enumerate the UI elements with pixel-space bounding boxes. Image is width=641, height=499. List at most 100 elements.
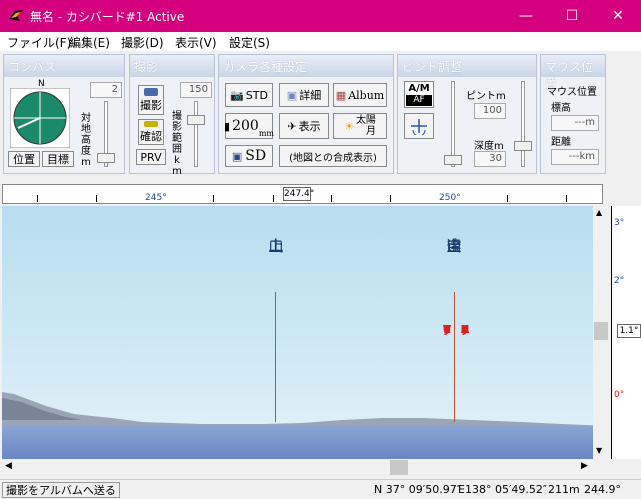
ruler-tick [507, 195, 508, 202]
detail-button[interactable]: ▣ 詳細 [279, 83, 329, 107]
shoot-button[interactable]: 撮影 [138, 85, 164, 115]
maximize-button[interactable]: ☐ [549, 0, 595, 32]
scale-axis [611, 206, 612, 459]
peak-marker-line [454, 292, 455, 422]
std-button[interactable]: 📷 STD [225, 83, 273, 107]
target-button[interactable]: 目標 [42, 151, 74, 167]
ground-height-slider[interactable] [97, 153, 115, 163]
sd-button[interactable]: ▣ SD [225, 145, 273, 167]
ruler-tick [96, 195, 97, 202]
af-label: AF [406, 95, 432, 106]
scale-label-3: 3° [614, 218, 625, 228]
scroll-left-arrow-icon[interactable]: ◀ [5, 461, 12, 471]
ruler-azimuth-readout: 247.4° [283, 187, 315, 201]
kashbird-app-icon [9, 10, 23, 21]
elevation-angle-readout: 1.1° [617, 324, 641, 338]
shoot-button-label: 撮影 [140, 99, 162, 112]
scroll-down-arrow-icon[interactable]: ▼ [596, 446, 602, 455]
ruler-tick [390, 195, 391, 202]
position-button[interactable]: 位置 [8, 151, 40, 167]
scale-label-0: 0° [614, 390, 625, 400]
depth-slider[interactable] [514, 141, 532, 151]
depth-label: 深度m [474, 141, 504, 152]
std-camera-icon: 📷 [230, 88, 244, 102]
shoot-range-slider[interactable] [187, 115, 205, 125]
compass-panel-header: コンパス [4, 55, 124, 77]
sun-moon-button[interactable]: ☀ 太陽 月 [333, 113, 387, 139]
status-bearing: 244.9° [584, 483, 621, 496]
shoot-panel-header: 撮影 [130, 55, 214, 77]
ruler-tick [37, 195, 38, 202]
scroll-up-arrow-icon[interactable]: ▲ [596, 208, 602, 217]
minimize-button[interactable]: — [503, 0, 549, 32]
menu-settings[interactable]: 設定(S) [229, 34, 270, 51]
focus-distance-value: 100 [474, 103, 506, 119]
detail-icon: ▣ [286, 88, 298, 102]
shoot-range-track[interactable] [194, 101, 198, 167]
callsign-char: L [443, 323, 451, 336]
compass-dial[interactable] [10, 88, 70, 148]
menu-shoot[interactable]: 撮影(D) [121, 34, 164, 51]
detail-button-label: 詳細 [299, 89, 322, 102]
map-composite-button[interactable]: (地図との合成表示) [279, 145, 387, 167]
scroll-right-arrow-icon[interactable]: ▶ [581, 461, 588, 471]
camera-settings-header: カメラ各種設定 [219, 55, 393, 77]
album-icon: ▦ [335, 88, 347, 102]
lens-200-unit: mm [258, 129, 274, 138]
ruler-tick [331, 195, 332, 202]
crosshair-icon [411, 119, 427, 135]
menu-bar: ファイル(F) 編集(E) 撮影(D) 表示(V) 設定(S) [0, 32, 641, 51]
mouse-position-panel: マウス位置 マウス位置 標高 ---m 距離 ---km [540, 54, 606, 174]
lens-200-button[interactable]: ▮ 200 mm [224, 113, 274, 139]
am-af-toggle[interactable]: A/M AF [404, 81, 434, 108]
depth-track[interactable] [521, 81, 525, 167]
focus-panel-header: ピント調整 [398, 55, 536, 77]
status-latitude: N 37° 09′50.97″ [374, 483, 461, 496]
elevation-angle-scale: 3° 2° 1.1° 0° [611, 206, 641, 459]
horizontal-scrollbar[interactable]: ◀ ▶ [2, 459, 609, 477]
status-elevation: 211m [548, 483, 580, 496]
display-button-label: 表示 [298, 120, 321, 133]
mouse-title-label: マウス位置 [547, 87, 597, 98]
depth-value: 30 [474, 151, 506, 167]
shoot-panel: 撮影 撮影 確認 PRV 撮影範囲km 150 [129, 54, 215, 177]
elevation-label: 標高 [551, 103, 571, 114]
std-button-label: STD [245, 88, 268, 102]
focus-distance-slider[interactable] [444, 155, 462, 165]
ruler-label-250: 250° [439, 193, 461, 203]
ground-height-label: 対地高度m [81, 113, 91, 168]
confirm-button[interactable]: 確認 [138, 119, 164, 145]
moon-label: 月 [365, 126, 376, 137]
menu-file[interactable]: ファイル(F) [7, 34, 71, 51]
status-hint: 撮影をアルバムへ送る [2, 482, 120, 498]
terrain-silhouette [2, 392, 609, 459]
display-button[interactable]: ✈ 表示 [279, 113, 329, 139]
status-bar: 撮影をアルバムへ送る N 37° 09′50.97″ E138° 05′49.5… [0, 479, 641, 499]
scale-label-2: 2° [614, 276, 625, 286]
sd-button-label: SD [245, 148, 267, 164]
shoot-range-value: 150 [180, 82, 212, 98]
confirm-button-label: 確認 [140, 130, 162, 143]
focus-distance-label: ピントm [466, 91, 506, 102]
album-button-label: Album [348, 88, 385, 102]
window-title: 無名 - カシバード#1 Active [30, 10, 185, 24]
menu-edit[interactable]: 編集(E) [69, 34, 110, 51]
prv-button[interactable]: PRV [136, 149, 166, 165]
vertical-scroll-thumb[interactable] [594, 322, 608, 340]
album-button[interactable]: ▦ Album [333, 83, 387, 107]
mouse-position-header: マウス位置 [541, 55, 605, 91]
panorama-view[interactable]: 二 上 山 宝 達 山 J E 0 V I L J A 0 R U Z [2, 206, 609, 459]
title-bar[interactable]: 無名 - カシバード#1 Active — ☐ ✕ [0, 0, 641, 32]
focus-target-button[interactable] [404, 113, 434, 139]
close-button[interactable]: ✕ [595, 0, 641, 32]
ruler-tick [566, 195, 567, 202]
camera-shutter-icon [144, 88, 158, 96]
status-longitude: E138° 05′49.52″ [458, 483, 548, 496]
horizontal-scroll-thumb[interactable] [390, 460, 408, 475]
distance-value: ---km [551, 149, 599, 165]
vertical-scrollbar[interactable]: ▲ ▼ [593, 206, 610, 459]
menu-view[interactable]: 表示(V) [175, 34, 217, 51]
sun-moon-icon: ☀ [344, 119, 354, 133]
ruler-label-245: 245° [145, 193, 167, 203]
azimuth-ruler[interactable]: 245° 250° 247.4° [2, 184, 603, 204]
